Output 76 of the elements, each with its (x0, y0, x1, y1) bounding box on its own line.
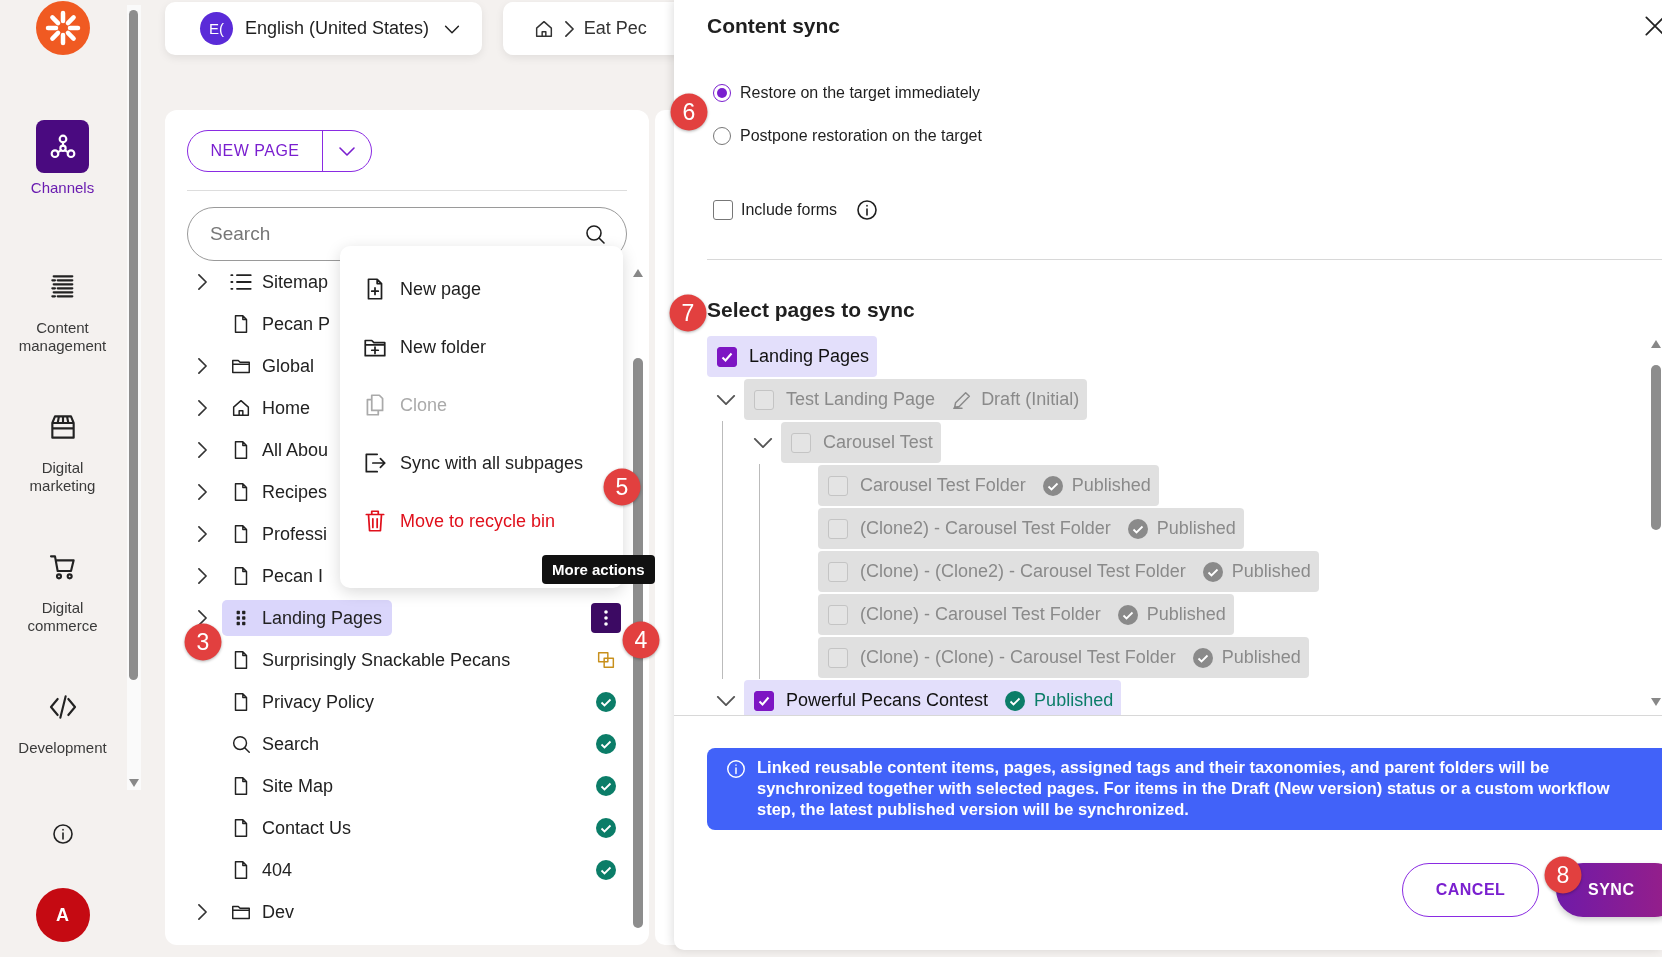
page-checkbox-row[interactable]: Powerful Pecans Contest Published (744, 680, 1122, 715)
scrollbar[interactable] (127, 5, 141, 790)
nav-item[interactable]: Development (2, 680, 123, 820)
new-page-button[interactable]: NEW PAGE (188, 131, 323, 171)
nav-item[interactable]: Digital marketing (2, 400, 123, 540)
info-icon (855, 198, 880, 222)
checkbox[interactable] (717, 346, 737, 367)
scroll-up-icon[interactable] (1650, 339, 1662, 349)
nav-item[interactable]: Channels (2, 120, 123, 260)
tree-item[interactable]: Sitemap (222, 264, 339, 300)
tree-item[interactable]: Surprisingly Snackable Pecans (222, 642, 521, 678)
status-label: Published (1221, 647, 1301, 668)
menu-item[interactable]: Move to recycle bin (362, 508, 623, 534)
tree-item[interactable]: Site Map (222, 768, 344, 804)
menu-item[interactable]: New folder (362, 334, 623, 360)
checkbox[interactable] (754, 690, 774, 711)
exit-arrow-icon (362, 450, 388, 476)
tree-item[interactable]: Recipes (222, 474, 338, 510)
tree-item[interactable]: Global (222, 348, 325, 384)
tree-item[interactable]: Pecan I (222, 558, 334, 594)
search-icon (230, 733, 252, 755)
close-button[interactable] (1642, 13, 1662, 39)
info-text: Linked reusable content items, pages, assigned tags and their taxonomies, and parent folders will be synchronized together with selected pages. For items in the Draft (New version) status or a custom workflow step, the latest published version will be synchronized. (757, 757, 1611, 820)
search-icon (583, 222, 608, 246)
logo-icon[interactable] (35, 1, 90, 55)
tree-item[interactable]: Privacy Policy (222, 684, 385, 720)
breadcrumb-item[interactable]: Eat Pec (583, 18, 647, 39)
tooltip: More actions (542, 555, 655, 584)
menu-item[interactable]: New page (362, 276, 623, 302)
info-icon (50, 822, 75, 846)
section-heading: Select pages to sync (707, 298, 916, 323)
trash-icon (362, 508, 388, 534)
check-circle-icon (1004, 689, 1027, 712)
tree-item[interactable]: All Abou (222, 432, 339, 468)
language-label: English (United States) (245, 18, 430, 39)
check-circle-icon (1126, 517, 1149, 540)
page-checkbox-row[interactable]: Landing Pages (707, 336, 878, 377)
kebab-icon (603, 609, 610, 627)
user-avatar[interactable]: A (35, 888, 90, 942)
nav-item[interactable]: Digital commerce (2, 540, 123, 680)
tree-item[interactable]: 404 (222, 852, 303, 888)
scroll-up-icon[interactable] (632, 268, 645, 278)
check-circle-icon (1116, 603, 1139, 626)
check-circle-icon (1041, 474, 1064, 497)
cancel-button[interactable]: CANCEL (1402, 863, 1539, 917)
radio-option[interactable]: Restore on the target immediately (707, 71, 1662, 114)
tree-item[interactable]: Search (222, 726, 330, 762)
language-selector[interactable]: E( English (United States) (165, 2, 482, 55)
tree-item[interactable]: Dev (222, 894, 304, 930)
checkbox-label: Include forms (741, 201, 838, 219)
status-label: Published (1071, 475, 1151, 496)
status-label: Draft (Initial) (981, 389, 1080, 410)
close-icon (1642, 13, 1662, 39)
tree-item[interactable]: Home (222, 390, 320, 426)
more-actions-button[interactable] (591, 603, 622, 633)
check-circle-icon (1201, 560, 1224, 583)
tree-item[interactable]: Landing Pages (222, 600, 393, 636)
tree-item[interactable]: Professi (222, 516, 338, 552)
dialog-title: Content sync (707, 14, 840, 38)
status-label: Published (1146, 604, 1226, 625)
status-label: Published (1231, 561, 1311, 582)
language-badge: E( (200, 12, 233, 45)
nav-item[interactable]: Content management (2, 260, 123, 400)
radio-option[interactable]: Postpone restoration on the target (707, 114, 1662, 157)
tree-item[interactable]: Pecan P (222, 306, 341, 342)
status-label: Published (1034, 690, 1114, 711)
tree-item[interactable]: Contact Us (222, 810, 362, 846)
info-icon (725, 758, 747, 780)
chevron-right-icon (564, 20, 574, 37)
scroll-down-icon[interactable] (128, 778, 140, 788)
check-circle-icon (1191, 646, 1214, 669)
checkbox[interactable] (713, 200, 733, 220)
list-icon (230, 274, 252, 290)
scroll-down-icon[interactable] (1650, 697, 1662, 707)
status-label: Published (1156, 518, 1236, 539)
home-icon (230, 397, 252, 419)
